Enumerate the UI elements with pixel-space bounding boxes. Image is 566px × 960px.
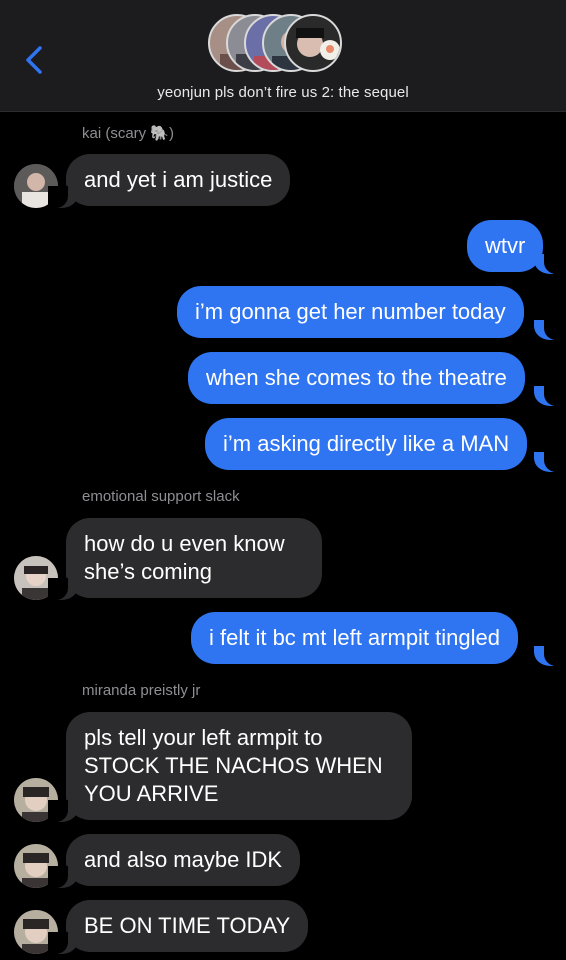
message-bubble[interactable]: i’m asking directly like a MAN	[205, 418, 528, 470]
bubble-tail	[534, 450, 564, 472]
bubble-tail	[48, 186, 78, 208]
chevron-left-icon[interactable]	[18, 42, 52, 78]
bubble-tail	[48, 866, 78, 888]
message-bubble[interactable]: when she comes to the theatre	[188, 352, 525, 404]
message-bubble[interactable]: pls tell your left armpit to STOCK THE N…	[66, 712, 412, 820]
message-bubble[interactable]: BE ON TIME TODAY	[66, 900, 309, 952]
message-bubble[interactable]: and yet i am justice	[66, 154, 291, 206]
bubble-tail	[48, 932, 78, 954]
sender-name: miranda preistly jr	[82, 682, 201, 699]
message-bubble[interactable]: i’m gonna get her number today	[177, 286, 524, 338]
bubble-tail	[534, 644, 564, 666]
message-bubble[interactable]: and also maybe IDK	[66, 834, 301, 886]
message-bubble[interactable]: how do u even know she’s coming	[66, 518, 322, 598]
bubble-tail	[534, 384, 564, 406]
message-bubble[interactable]: wtvr	[467, 220, 544, 272]
sender-name: kai (scary 🐘)	[82, 125, 175, 142]
conversation-title[interactable]: yeonjun pls don’t fire us 2: the sequel	[0, 84, 566, 101]
bubble-tail	[534, 252, 564, 274]
bubble-tail	[48, 578, 78, 600]
group-avatars[interactable]	[208, 14, 358, 74]
bubble-tail	[48, 800, 78, 822]
message-bubble[interactable]: i felt it bc mt left armpit tingled	[191, 612, 518, 664]
bubble-tail	[534, 318, 564, 340]
avatar	[284, 14, 342, 72]
sender-name: emotional support slack	[82, 488, 240, 505]
conversation-header: yeonjun pls don’t fire us 2: the sequel	[0, 0, 566, 112]
